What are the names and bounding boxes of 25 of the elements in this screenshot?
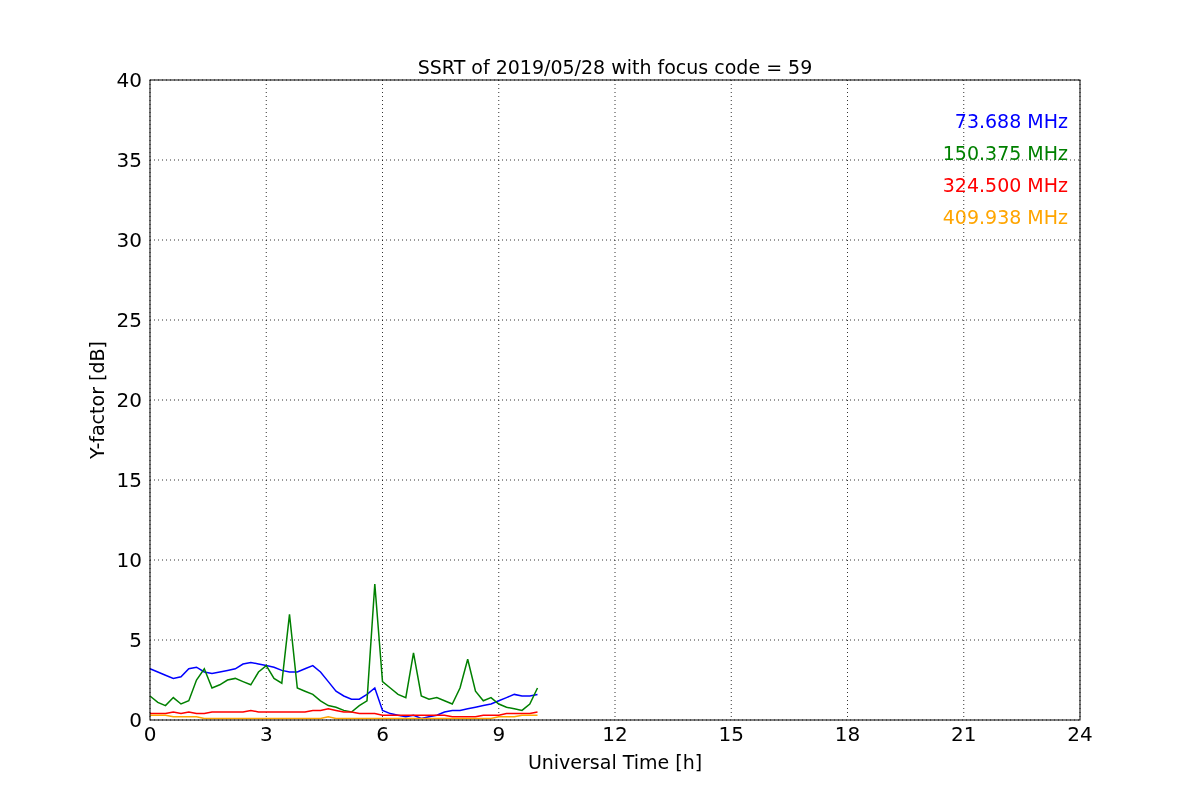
x-axis-label: Universal Time [h]	[527, 751, 703, 773]
x-tick-label: 3	[259, 722, 273, 746]
y-tick-label: 0	[129, 708, 142, 732]
legend-label: 324.500 MHz	[942, 174, 1068, 196]
y-tick-label: 30	[116, 228, 142, 252]
y-tick-label: 25	[116, 308, 142, 332]
x-tick-label: 0	[143, 722, 157, 746]
x-tick-label: 9	[492, 722, 506, 746]
y-tick-label: 5	[129, 628, 142, 652]
y-tick-label: 20	[116, 388, 142, 412]
x-tick-label: 18	[834, 722, 861, 746]
y-tick-label: 35	[116, 148, 142, 172]
legend-label: 150.375 MHz	[942, 142, 1068, 164]
x-tick-label: 6	[376, 722, 389, 746]
legend-label: 73.688 MHz	[954, 110, 1068, 132]
x-tick-label: 12	[602, 722, 628, 746]
y-tick-label: 10	[116, 548, 142, 572]
x-tick-label: 21	[951, 722, 977, 746]
chart-title: SSRT of 2019/05/28 with focus code = 59	[417, 56, 813, 78]
y-tick-label: 15	[116, 468, 142, 492]
y-tick-label: 40	[116, 68, 142, 92]
y-axis-label: Y-factor [dB]	[86, 341, 108, 459]
x-tick-label: 15	[718, 722, 744, 746]
x-tick-label: 24	[1067, 722, 1093, 746]
legend-label: 409.938 MHz	[942, 206, 1068, 228]
